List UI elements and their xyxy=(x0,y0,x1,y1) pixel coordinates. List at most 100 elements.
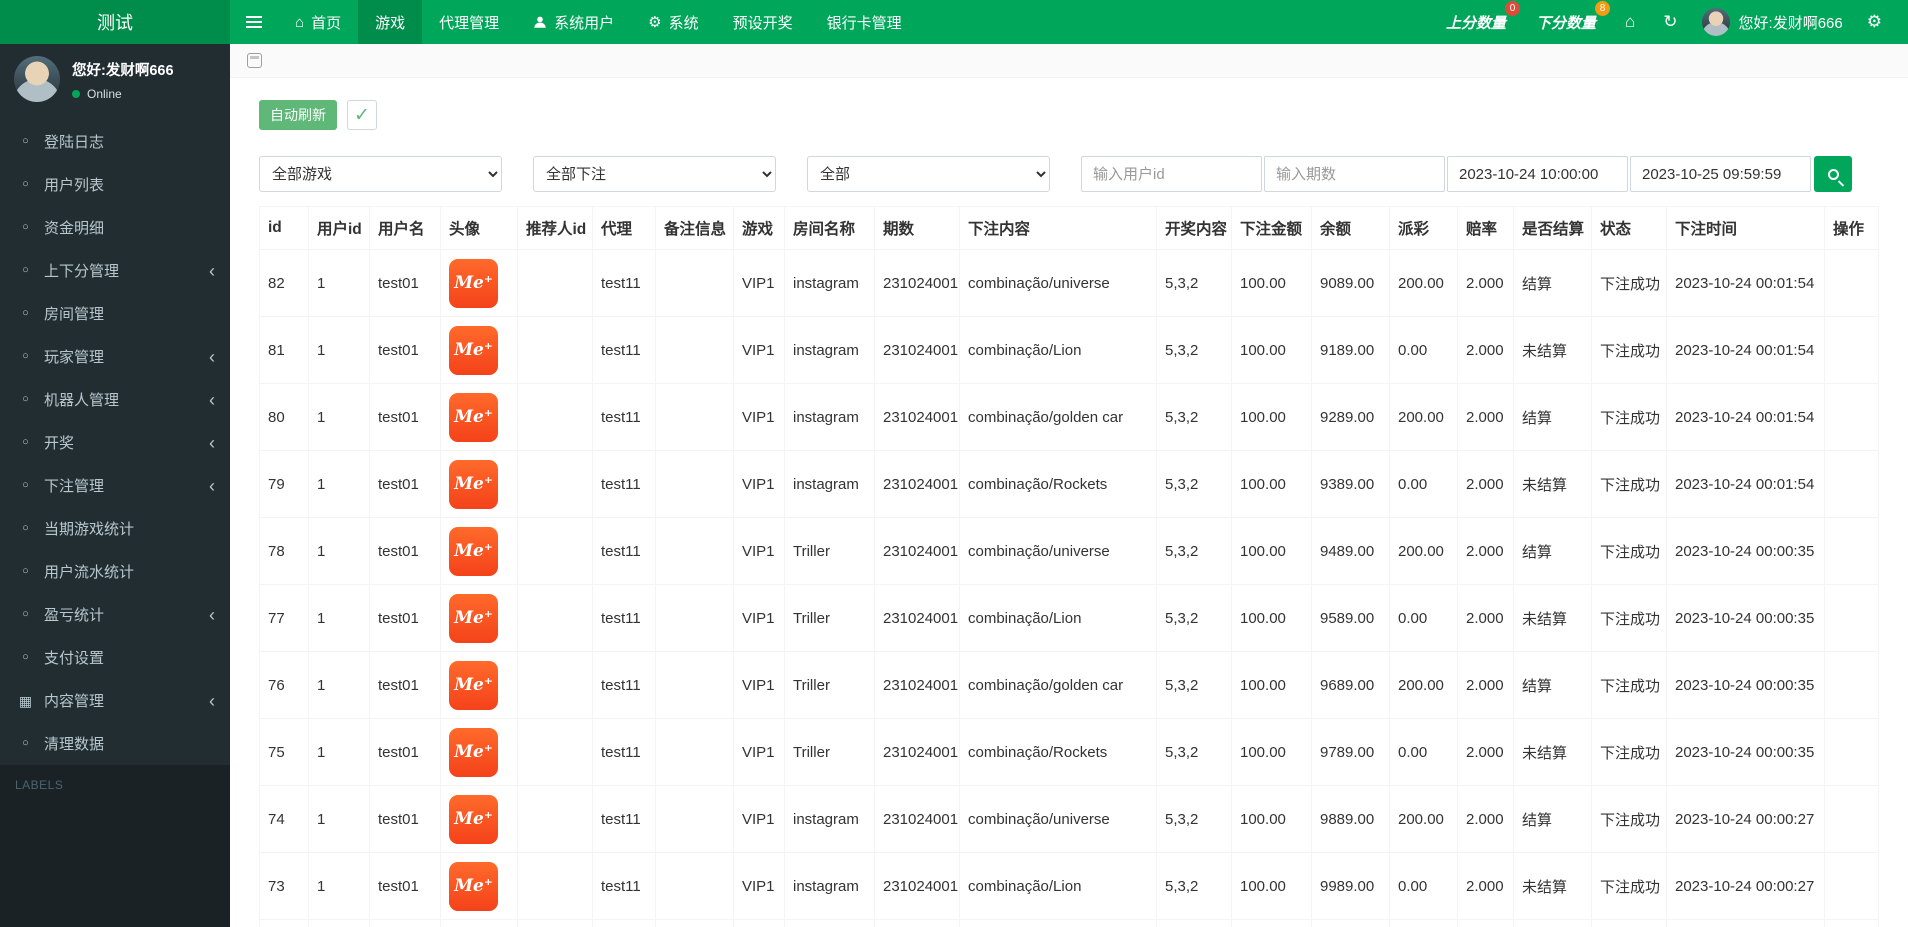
date-input-1[interactable] xyxy=(1630,156,1811,192)
cell-room: instagram xyxy=(785,451,875,518)
cell-balance: 9089.00 xyxy=(1312,250,1390,317)
sidebar-item-9[interactable]: ○当期游戏统计 xyxy=(0,507,230,550)
cell-id: 82 xyxy=(260,250,309,317)
gears-icon[interactable]: ⚙ xyxy=(1853,12,1896,32)
filter-select-2[interactable]: 全部 xyxy=(807,156,1050,192)
cell-bet: combinação/universe xyxy=(960,518,1157,585)
table-row: 741test01Me⁺test11VIP1instagram231024001… xyxy=(260,786,1879,853)
sidebar-item-4[interactable]: ○房间管理 xyxy=(0,292,230,335)
chevron-left-icon: ‹ xyxy=(209,477,215,495)
cell-settled: 结算 xyxy=(1514,920,1592,927)
sidebar-item-8[interactable]: ○下注管理‹ xyxy=(0,464,230,507)
sidebar-menu: ○登陆日志○用户列表○资金明细○上下分管理‹○房间管理○玩家管理‹○机器人管理‹… xyxy=(0,114,230,765)
sidebar-item-3[interactable]: ○上下分管理‹ xyxy=(0,249,230,292)
cell-username: test01 xyxy=(370,518,441,585)
cell-id: 72 xyxy=(260,920,309,927)
table-row: 801test01Me⁺test11VIP1instagram231024001… xyxy=(260,384,1879,451)
cell-odds: 2.000 xyxy=(1458,384,1514,451)
cell-balance: 9889.00 xyxy=(1312,786,1390,853)
cell-odds: 2.000 xyxy=(1458,451,1514,518)
cell-note xyxy=(656,719,734,786)
sidebar-item-6[interactable]: ○机器人管理‹ xyxy=(0,378,230,421)
column-header-13: 余额 xyxy=(1312,207,1390,250)
cell-balance: 9689.00 xyxy=(1312,652,1390,719)
sidebar-item-11[interactable]: ○盈亏统计‹ xyxy=(0,593,230,636)
cell-action xyxy=(1825,652,1879,719)
nav-item-1[interactable]: 游戏 xyxy=(358,0,422,44)
filter-input-0[interactable] xyxy=(1081,156,1262,192)
filter-input-1[interactable] xyxy=(1264,156,1445,192)
circle-icon: ○ xyxy=(18,222,33,233)
cell-payout: 0.00 xyxy=(1390,585,1458,652)
nav-item-4[interactable]: ⚙系统 xyxy=(631,0,715,44)
cell-balance: 10089.00 xyxy=(1312,920,1390,927)
cell-id: 75 xyxy=(260,719,309,786)
nav-item-label: 代理管理 xyxy=(439,12,499,33)
sidebar-item-5[interactable]: ○玩家管理‹ xyxy=(0,335,230,378)
cell-game: VIP1 xyxy=(734,853,785,920)
sidebar-item-2[interactable]: ○资金明细 xyxy=(0,206,230,249)
cell-amount: 100.00 xyxy=(1232,518,1312,585)
home-icon[interactable]: ⌂ xyxy=(1611,12,1649,32)
table-row: 781test01Me⁺test11VIP1Triller231024001co… xyxy=(260,518,1879,585)
up-score-button[interactable]: 上分数量 0 xyxy=(1431,12,1521,33)
nav-item-6[interactable]: 银行卡管理 xyxy=(810,0,919,44)
table-row: 771test01Me⁺test11VIP1Triller231024001co… xyxy=(260,585,1879,652)
cell-period: 231024001 xyxy=(875,853,960,920)
date-input-0[interactable] xyxy=(1447,156,1628,192)
user-name: 您好:发财啊666 xyxy=(72,59,174,80)
cell-user_id: 1 xyxy=(309,920,370,927)
sidebar-item-13[interactable]: ▦内容管理‹ xyxy=(0,679,230,722)
nav-item-2[interactable]: 代理管理 xyxy=(422,0,516,44)
filter-select-1[interactable]: 全部下注 xyxy=(533,156,776,192)
sidebar-toggle-icon[interactable] xyxy=(230,0,278,44)
down-score-button[interactable]: 下分数量 8 xyxy=(1521,12,1611,33)
sidebar-item-10[interactable]: ○用户流水统计 xyxy=(0,550,230,593)
cell-amount: 100.00 xyxy=(1232,384,1312,451)
nav-item-3[interactable]: 系统用户 xyxy=(516,0,631,44)
cell-result: 5,3,2 xyxy=(1157,652,1232,719)
cell-user_id: 1 xyxy=(309,719,370,786)
cell-result: 5,3,2 xyxy=(1157,518,1232,585)
cell-referrer xyxy=(518,920,593,927)
sidebar-item-1[interactable]: ○用户列表 xyxy=(0,163,230,206)
cell-referrer xyxy=(518,451,593,518)
nav-item-label: 首页 xyxy=(311,12,341,33)
auto-refresh-checkbox[interactable]: ✓ xyxy=(347,100,377,130)
table-row: 721test01Me⁺test11VIP1instagram231024001… xyxy=(260,920,1879,927)
search-button[interactable] xyxy=(1814,156,1852,192)
user-avatar-image: Me⁺ xyxy=(449,259,498,308)
cell-note xyxy=(656,317,734,384)
cell-avatar: Me⁺ xyxy=(441,518,518,585)
grid-icon: ▦ xyxy=(18,694,33,708)
cell-settled: 未结算 xyxy=(1514,719,1592,786)
cell-status: 下注成功 xyxy=(1592,920,1667,927)
sidebar-item-14[interactable]: ○清理数据 xyxy=(0,722,230,765)
cell-username: test01 xyxy=(370,317,441,384)
circle-icon: ○ xyxy=(18,566,33,577)
auto-refresh-button[interactable]: 自动刷新 xyxy=(259,100,337,130)
cell-game: VIP1 xyxy=(734,786,785,853)
cell-amount: 100.00 xyxy=(1232,250,1312,317)
sidebar-item-0[interactable]: ○登陆日志 xyxy=(0,120,230,163)
nav-item-0[interactable]: ⌂首页 xyxy=(278,0,358,44)
sidebar-item-7[interactable]: ○开奖‹ xyxy=(0,421,230,464)
nav-item-5[interactable]: 预设开奖 xyxy=(716,0,810,44)
brand-logo[interactable]: 测试 xyxy=(0,0,230,44)
sidebar-item-label: 房间管理 xyxy=(44,303,104,324)
cell-action xyxy=(1825,585,1879,652)
cell-result: 5,3,2 xyxy=(1157,585,1232,652)
filter-select-0[interactable]: 全部游戏 xyxy=(259,156,502,192)
cell-balance: 9589.00 xyxy=(1312,585,1390,652)
cell-result: 5,3,2 xyxy=(1157,920,1232,927)
tab-icon[interactable] xyxy=(247,53,262,68)
cell-result: 5,3,2 xyxy=(1157,451,1232,518)
cell-note xyxy=(656,853,734,920)
cell-username: test01 xyxy=(370,451,441,518)
sidebar-item-12[interactable]: ○支付设置 xyxy=(0,636,230,679)
refresh-icon[interactable]: ↻ xyxy=(1649,12,1691,32)
cell-username: test01 xyxy=(370,786,441,853)
user-menu[interactable]: 您好:发财啊666 xyxy=(1692,8,1853,36)
sidebar-item-label: 用户列表 xyxy=(44,174,104,195)
cell-agent: test11 xyxy=(593,719,656,786)
